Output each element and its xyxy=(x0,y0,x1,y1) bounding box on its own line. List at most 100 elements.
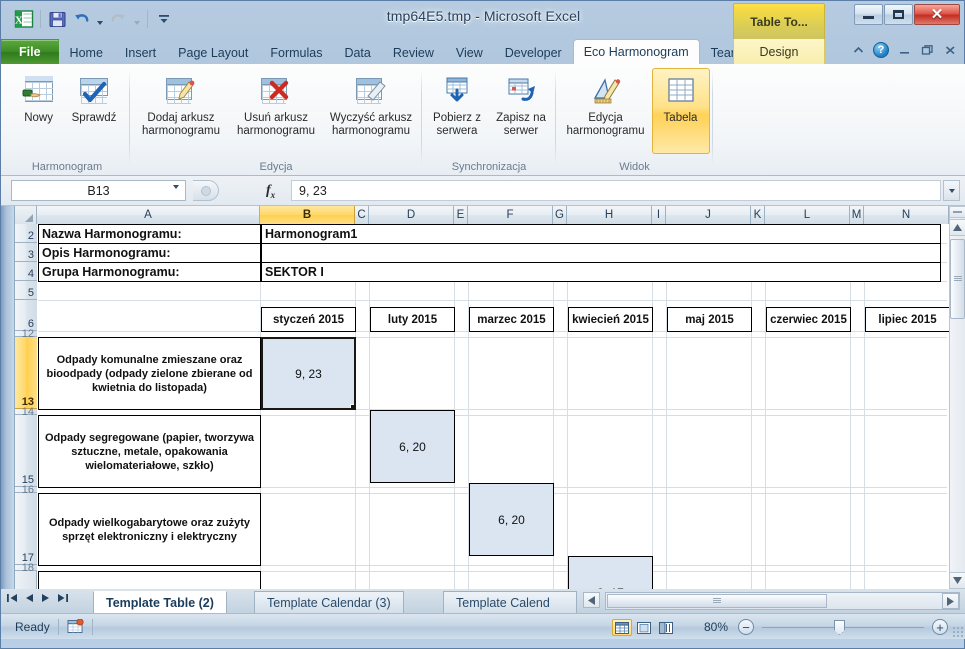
column-header-m[interactable]: M xyxy=(850,206,864,224)
month-header-4[interactable]: kwiecień 2015 xyxy=(568,307,653,332)
column-header-d[interactable]: D xyxy=(369,206,454,224)
save-icon[interactable] xyxy=(46,8,68,30)
row-header-15[interactable]: 15 xyxy=(15,415,37,487)
horizontal-scrollbar[interactable] xyxy=(605,592,960,610)
cell-b13[interactable]: 9, 23 xyxy=(261,337,356,410)
vertical-split-handle[interactable] xyxy=(949,206,965,218)
row-header-4[interactable]: 4 xyxy=(15,262,37,281)
restore-down-icon[interactable] xyxy=(919,42,935,58)
last-sheet-icon[interactable] xyxy=(57,593,68,606)
button-pobierz-z-serwera[interactable]: Pobierz z serwera xyxy=(425,68,489,154)
cell-a4[interactable]: Grupa Harmonogramu: xyxy=(38,262,261,282)
column-header-e[interactable]: E xyxy=(454,206,468,224)
next-sheet-icon[interactable] xyxy=(41,593,50,606)
vertical-scrollbar[interactable] xyxy=(949,206,965,589)
month-header-7[interactable]: lipiec 2015 xyxy=(865,307,950,332)
cell-a3[interactable]: Opis Harmonogramu: xyxy=(38,243,261,263)
zoom-in-button[interactable]: + xyxy=(932,619,948,635)
waste-label-19[interactable] xyxy=(38,571,261,589)
button-usun-arkusz[interactable]: Usuń arkusz harmonogramu xyxy=(229,68,323,154)
row-header-17[interactable]: 17 xyxy=(15,493,37,565)
tab-file[interactable]: File xyxy=(1,39,59,64)
excel-logo-icon[interactable]: X xyxy=(13,8,35,30)
month-header-1[interactable]: styczeń 2015 xyxy=(261,307,356,332)
redo-dropdown-icon[interactable] xyxy=(131,8,142,30)
cell-b3[interactable] xyxy=(261,243,941,263)
button-sprawdz[interactable]: Sprawdź xyxy=(66,68,123,154)
waste-label-13[interactable]: Odpady komunalne zmieszane oraz bioodpad… xyxy=(38,337,261,410)
row-header-6[interactable]: 6 xyxy=(15,300,37,331)
redo-icon[interactable] xyxy=(107,8,129,30)
minimize-button[interactable] xyxy=(854,4,883,25)
column-header-k[interactable]: K xyxy=(751,206,765,224)
row-header-5[interactable]: 5 xyxy=(15,281,37,300)
column-header-f[interactable]: F xyxy=(468,206,553,224)
column-header-i[interactable]: I xyxy=(652,206,666,224)
month-header-6[interactable]: czerwiec 2015 xyxy=(766,307,851,332)
tab-design[interactable]: Design xyxy=(749,40,810,64)
cell-b4[interactable]: SEKTOR I xyxy=(261,262,941,282)
page-layout-view-button[interactable] xyxy=(634,619,654,636)
sheet-tab-template-calendar[interactable]: Template Calend xyxy=(443,591,577,613)
scroll-left-button[interactable] xyxy=(583,592,600,608)
column-header-g[interactable]: G xyxy=(553,206,567,224)
tab-review[interactable]: Review xyxy=(382,40,445,64)
tab-eco-harmonogram[interactable]: Eco Harmonogram xyxy=(572,39,700,64)
tab-data[interactable]: Data xyxy=(333,40,381,64)
tab-developer[interactable]: Developer xyxy=(494,40,573,64)
cell-f13[interactable]: 6, 20 xyxy=(469,483,554,556)
month-header-2[interactable]: luty 2015 xyxy=(370,307,455,332)
horizontal-scroll-thumb[interactable] xyxy=(607,594,827,608)
button-dodaj-arkusz[interactable]: Dodaj arkusz harmonogramu xyxy=(133,68,229,154)
help-icon[interactable]: ? xyxy=(873,42,889,58)
zoom-level-label[interactable]: 80% xyxy=(704,620,728,634)
zoom-slider[interactable]: − + xyxy=(738,619,948,636)
scroll-down-button[interactable] xyxy=(949,572,965,589)
column-header-b[interactable]: B xyxy=(260,206,355,224)
tab-home[interactable]: Home xyxy=(59,40,114,64)
cell-d13[interactable]: 6, 20 xyxy=(370,410,455,483)
vertical-scroll-thumb[interactable] xyxy=(950,239,965,319)
column-header-h[interactable]: H xyxy=(567,206,652,224)
zoom-handle[interactable] xyxy=(834,620,845,635)
page-break-preview-button[interactable] xyxy=(656,619,676,636)
minimize-window-small-icon[interactable] xyxy=(896,42,912,58)
month-header-5[interactable]: maj 2015 xyxy=(667,307,752,332)
tab-page-layout[interactable]: Page Layout xyxy=(167,40,259,64)
column-header-n[interactable]: N xyxy=(864,206,949,224)
select-all-corner[interactable] xyxy=(15,206,37,224)
collapse-ribbon-icon[interactable] xyxy=(850,42,866,58)
undo-icon[interactable] xyxy=(70,8,92,30)
scroll-right-button[interactable] xyxy=(942,593,959,609)
waste-label-15[interactable]: Odpady segregowane (papier, tworzywa szt… xyxy=(38,415,261,488)
sheet-tab-template-calendar-3[interactable]: Template Calendar (3) xyxy=(254,591,404,613)
column-header-a[interactable]: A xyxy=(37,206,260,224)
tab-insert[interactable]: Insert xyxy=(114,40,167,64)
button-tabela[interactable]: Tabela xyxy=(651,68,710,154)
sheet-tab-template-table-2[interactable]: Template Table (2) xyxy=(93,591,227,613)
close-button[interactable]: ✕ xyxy=(914,4,960,25)
waste-label-17[interactable]: Odpady wielkogabarytowe oraz zużyty sprz… xyxy=(38,493,261,566)
name-box-dropdown-icon[interactable] xyxy=(173,185,179,203)
tab-view[interactable]: View xyxy=(445,40,494,64)
scroll-up-button[interactable] xyxy=(949,219,965,236)
row-header-18[interactable]: 18 xyxy=(15,562,37,574)
column-header-c[interactable]: C xyxy=(355,206,369,224)
first-sheet-icon[interactable] xyxy=(7,593,18,606)
cell-b2[interactable]: Harmonogram1 xyxy=(261,224,941,244)
zoom-out-button[interactable]: − xyxy=(738,619,754,635)
column-header-l[interactable]: L xyxy=(765,206,850,224)
formula-input[interactable]: 9, 23 xyxy=(291,180,941,201)
maximize-button[interactable] xyxy=(884,4,913,25)
row-header-3[interactable]: 3 xyxy=(15,243,37,262)
cell-h13[interactable]: 3, 17 xyxy=(568,556,653,589)
undo-dropdown-icon[interactable] xyxy=(94,8,105,30)
close-window-small-icon[interactable] xyxy=(942,42,958,58)
row-header-13[interactable]: 13 xyxy=(15,337,37,409)
resize-grip-icon[interactable] xyxy=(952,626,964,638)
tab-formulas[interactable]: Formulas xyxy=(259,40,333,64)
button-edycja-harmonogramu[interactable]: Edycja harmonogramu xyxy=(560,68,652,154)
button-wyczysc-arkusz[interactable]: Wyczyść arkusz harmonogramu xyxy=(323,68,419,154)
prev-sheet-icon[interactable] xyxy=(25,593,34,606)
normal-view-button[interactable] xyxy=(612,619,632,636)
